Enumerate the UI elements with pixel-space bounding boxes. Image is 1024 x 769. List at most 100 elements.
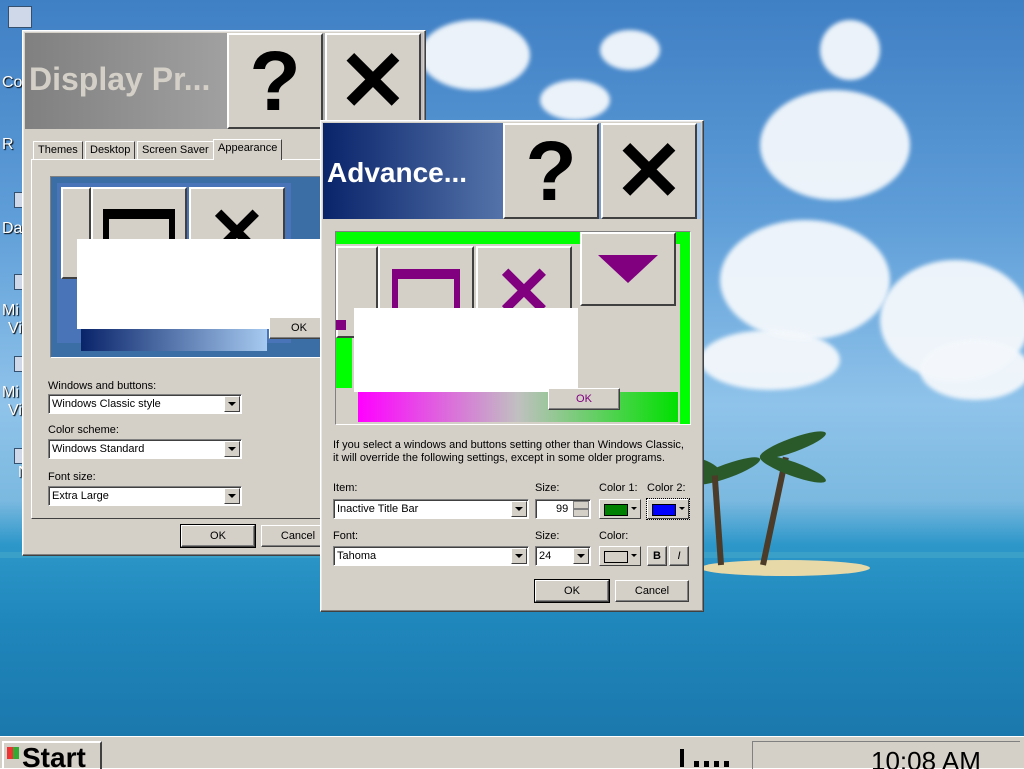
stepper-up-icon[interactable] <box>573 501 589 509</box>
close-icon: ✕ <box>613 124 685 218</box>
desktop-icon-label: Mi <box>2 302 19 319</box>
bold-toggle[interactable]: B <box>647 546 667 566</box>
chevron-down-icon <box>631 554 637 557</box>
cloud <box>540 80 610 120</box>
tab-appearance[interactable]: Appearance <box>213 139 283 160</box>
italic-toggle[interactable]: I <box>669 546 689 566</box>
button-label: OK <box>564 585 580 597</box>
chevron-down-icon <box>679 507 685 510</box>
font-size-label: Font size: <box>48 471 96 483</box>
advanced-preview: ✕ OK <box>335 231 691 425</box>
tab-label: Desktop <box>90 144 131 156</box>
font-size-select[interactable]: Extra Large <box>48 486 242 506</box>
tab-screen-saver[interactable]: Screen Saver <box>137 141 214 159</box>
preview-message-box <box>354 308 578 392</box>
cloud <box>820 20 880 80</box>
display-properties-titlebar[interactable]: Display Pr... ? ✕ <box>25 33 423 129</box>
preview-active-title-bar <box>81 329 267 351</box>
appearance-preview: ✕ OK <box>50 176 328 358</box>
info-text: it will override the following settings,… <box>333 452 665 464</box>
color-swatch <box>652 504 676 516</box>
start-button[interactable]: Start <box>2 741 102 769</box>
help-button[interactable]: ? <box>227 33 323 129</box>
select-value: Inactive Title Bar <box>337 503 419 515</box>
chevron-down-icon[interactable] <box>224 488 240 504</box>
stepper-down-icon[interactable] <box>573 509 589 517</box>
clock[interactable]: 10:08 AM <box>871 746 981 769</box>
color2-label: Color 2: <box>647 482 686 494</box>
font-color-picker[interactable] <box>599 546 641 566</box>
item-select[interactable]: Inactive Title Bar <box>333 499 529 519</box>
font-size-select[interactable]: 24 <box>535 546 591 566</box>
start-label: Start <box>22 742 86 769</box>
chevron-down-icon[interactable] <box>224 441 240 457</box>
cloud <box>420 20 530 90</box>
chevron-down-icon <box>631 507 637 510</box>
window-title: Advance... <box>327 157 468 188</box>
windows-and-buttons-select[interactable]: Windows Classic style <box>48 394 242 414</box>
tab-themes[interactable]: Themes <box>33 141 83 159</box>
cloud <box>920 340 1024 400</box>
preview-ok-button: OK <box>548 388 620 410</box>
preview-scrollbar <box>580 306 680 386</box>
ok-button[interactable]: OK <box>534 579 610 603</box>
chevron-down-icon[interactable] <box>511 501 527 517</box>
color2-picker[interactable] <box>646 498 690 520</box>
close-button[interactable]: ✕ <box>325 33 421 129</box>
color-scheme-label: Color scheme: <box>48 424 119 436</box>
chevron-down-icon[interactable] <box>224 396 240 412</box>
window-title: Display Pr... <box>29 61 211 97</box>
item-size-label: Size: <box>535 482 560 494</box>
preview-message-box <box>77 239 327 329</box>
help-button[interactable]: ? <box>503 123 599 219</box>
quick-launch-area[interactable] <box>680 749 736 767</box>
font-size-label: Size: <box>535 530 560 542</box>
desktop-icon-label: Mi <box>2 384 19 401</box>
desktop: Co R Da Mi Vi Mi Vi N Display Pr... ? ✕ <box>0 0 1024 736</box>
color-scheme-select[interactable]: Windows Standard <box>48 439 242 459</box>
color1-picker[interactable] <box>599 499 641 519</box>
close-button[interactable]: ✕ <box>601 123 697 219</box>
font-color-label: Color: <box>599 530 629 542</box>
cancel-button[interactable]: Cancel <box>615 580 689 602</box>
button-label: I <box>677 550 681 562</box>
tab-desktop[interactable]: Desktop <box>85 141 136 159</box>
windows-logo-icon <box>7 747 19 759</box>
stepper-value: 99 <box>556 503 569 515</box>
tray-icons <box>694 761 734 767</box>
cloud <box>600 30 660 70</box>
help-icon: ? <box>249 33 301 128</box>
chevron-down-icon[interactable] <box>511 548 527 564</box>
triangle-down-icon <box>598 255 658 283</box>
close-icon: ✕ <box>337 34 409 128</box>
button-label: B <box>653 550 661 562</box>
tab-label: Themes <box>38 144 78 156</box>
tab-label: Appearance <box>218 142 278 154</box>
select-value: Windows Classic style <box>52 398 161 410</box>
desktop-icon-label: Vi <box>8 402 22 419</box>
select-value: Extra Large <box>52 490 109 502</box>
item-size-stepper[interactable]: 99 <box>535 499 591 519</box>
palm-tree-trunk <box>711 470 724 566</box>
font-select[interactable]: Tahoma <box>333 546 529 566</box>
preview-border <box>336 338 352 388</box>
ok-button[interactable]: OK <box>180 524 256 548</box>
advanced-appearance-window: Advance... ? ✕ ✕ OK If you select a wind… <box>320 120 704 612</box>
island <box>700 560 870 576</box>
desktop-icon-label: R <box>2 136 14 153</box>
color-swatch <box>604 504 628 516</box>
button-label: Cancel <box>280 530 316 542</box>
windows-and-buttons-label: Windows and buttons: <box>48 380 157 392</box>
toolbar-grip <box>680 749 684 767</box>
help-icon: ? <box>525 123 577 218</box>
taskbar: Start 10:08 AM <box>0 736 1024 769</box>
system-tray: 10:08 AM <box>752 741 1020 769</box>
button-label: Cancel <box>634 585 670 597</box>
cloud <box>760 90 910 200</box>
preview-scroll-button <box>580 232 676 306</box>
item-label: Item: <box>333 482 358 494</box>
button-label: OK <box>576 393 592 405</box>
advanced-appearance-titlebar[interactable]: Advance... ? ✕ <box>323 123 701 219</box>
button-label: OK <box>291 322 307 334</box>
chevron-down-icon[interactable] <box>573 548 589 564</box>
